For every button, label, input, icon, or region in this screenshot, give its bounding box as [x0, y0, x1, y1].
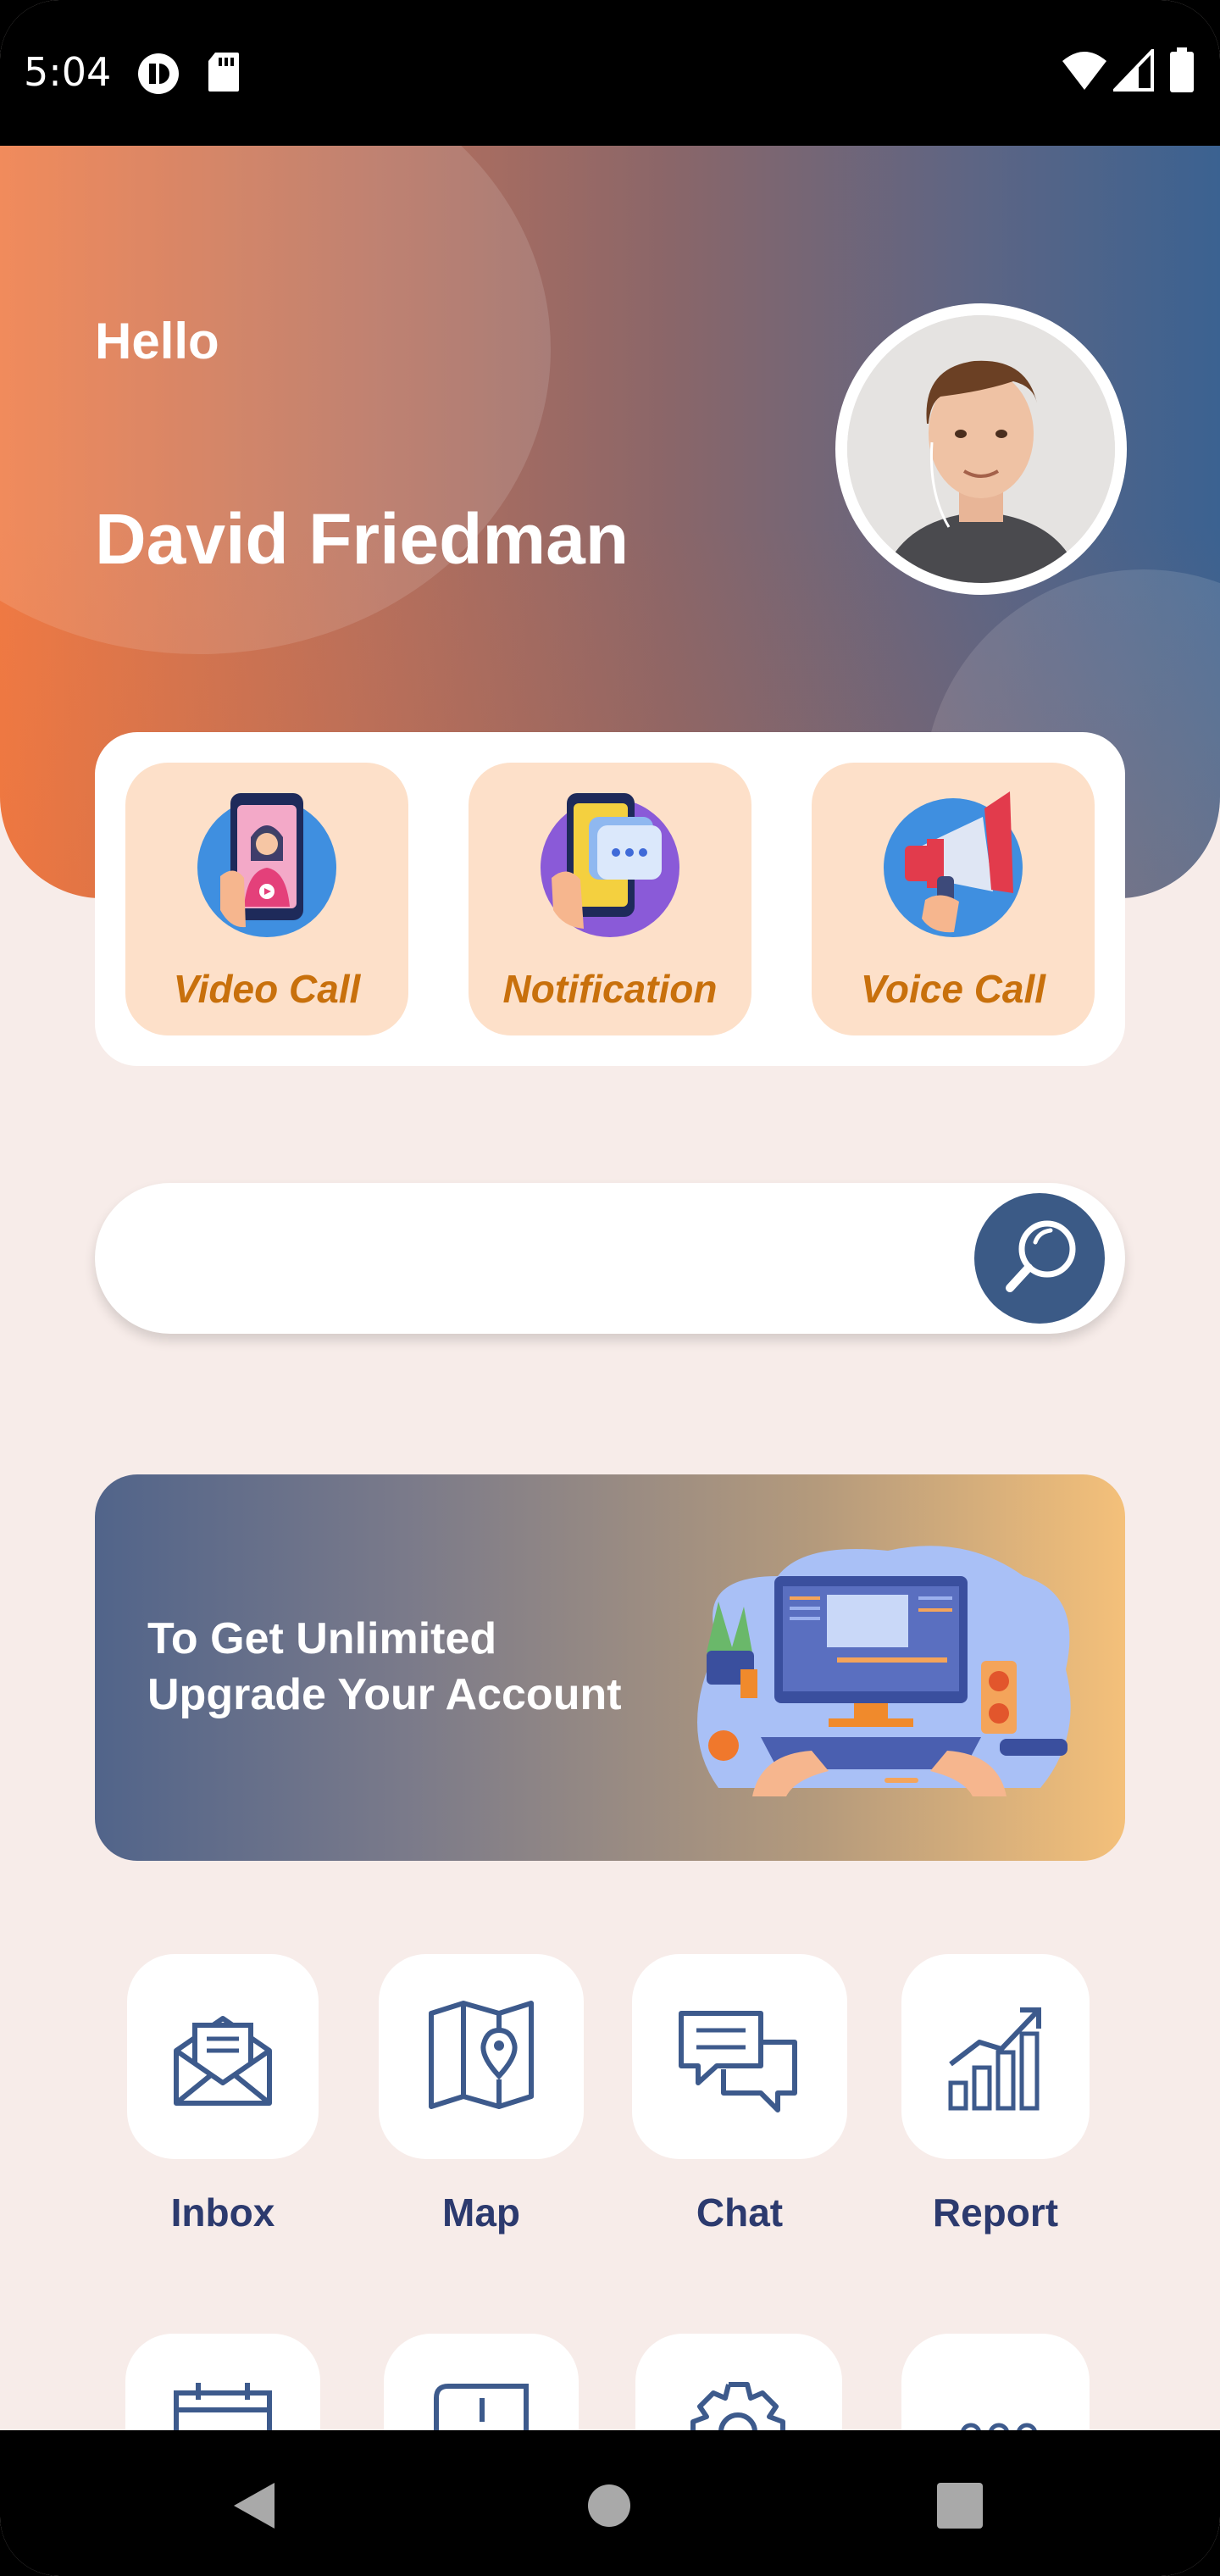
search-bar: [95, 1183, 1125, 1334]
report-button[interactable]: [901, 1954, 1090, 2159]
banner-line-2: Upgrade Your Account: [147, 1670, 622, 1719]
inbox-icon: [174, 2016, 272, 2106]
inbox-button[interactable]: [127, 1954, 319, 2159]
chat-button[interactable]: [632, 1954, 847, 2159]
wifi-icon: [1062, 52, 1106, 90]
avatar-photo: [847, 315, 1115, 583]
recents-icon[interactable]: [937, 2483, 983, 2529]
calendar-icon: [174, 2383, 272, 2432]
upgrade-banner[interactable]: To Get Unlimited Upgrade Your Account: [95, 1474, 1125, 1861]
avatar[interactable]: [835, 303, 1127, 595]
chat-label: Chat: [696, 2190, 784, 2235]
workspace-illustration: [697, 1546, 1071, 1796]
voice-call-tile[interactable]: Voice Call: [812, 763, 1095, 1035]
quick-actions-card: Video Call Notification Voice Call: [95, 732, 1125, 1066]
search-button[interactable]: [974, 1193, 1105, 1324]
greeting-text: Hello: [95, 313, 219, 369]
battery-icon: [1170, 47, 1194, 92]
system-nav-bar: [0, 2430, 1220, 2576]
megaphone-icon: [884, 791, 1023, 937]
document-icon: [434, 2384, 529, 2432]
cell-signal-icon: [1113, 49, 1154, 92]
map-button[interactable]: [379, 1954, 584, 2159]
app-screen: 5:04 Hello David Friedman Video Call Not…: [0, 0, 1220, 2576]
map-label: Map: [442, 2190, 520, 2235]
video-call-label: Video Call: [173, 967, 361, 1011]
app-notification-icon: [138, 53, 179, 94]
gear-icon: [690, 2382, 785, 2432]
status-time: 5:04: [24, 49, 112, 95]
search-icon: [1006, 1220, 1076, 1292]
status-bar: 5:04: [0, 0, 1220, 146]
notification-label: Notification: [502, 967, 718, 1011]
video-call-tile[interactable]: Video Call: [125, 763, 408, 1035]
voice-call-label: Voice Call: [860, 967, 1046, 1011]
report-label: Report: [932, 2190, 1059, 2235]
home-icon[interactable]: [586, 2483, 632, 2529]
user-name: David Friedman: [95, 499, 629, 579]
video-call-icon: [197, 793, 336, 937]
notification-tile[interactable]: Notification: [469, 763, 751, 1035]
map-icon: [429, 2001, 534, 2109]
banner-line-1: To Get Unlimited: [147, 1614, 497, 1663]
notification-icon: [541, 793, 679, 937]
inbox-label: Inbox: [170, 2190, 275, 2235]
back-icon[interactable]: [232, 2481, 276, 2530]
search-input[interactable]: [146, 1217, 993, 1298]
report-icon: [948, 2007, 1041, 2111]
chat-icon: [679, 2011, 797, 2112]
sd-card-icon: [208, 53, 239, 92]
